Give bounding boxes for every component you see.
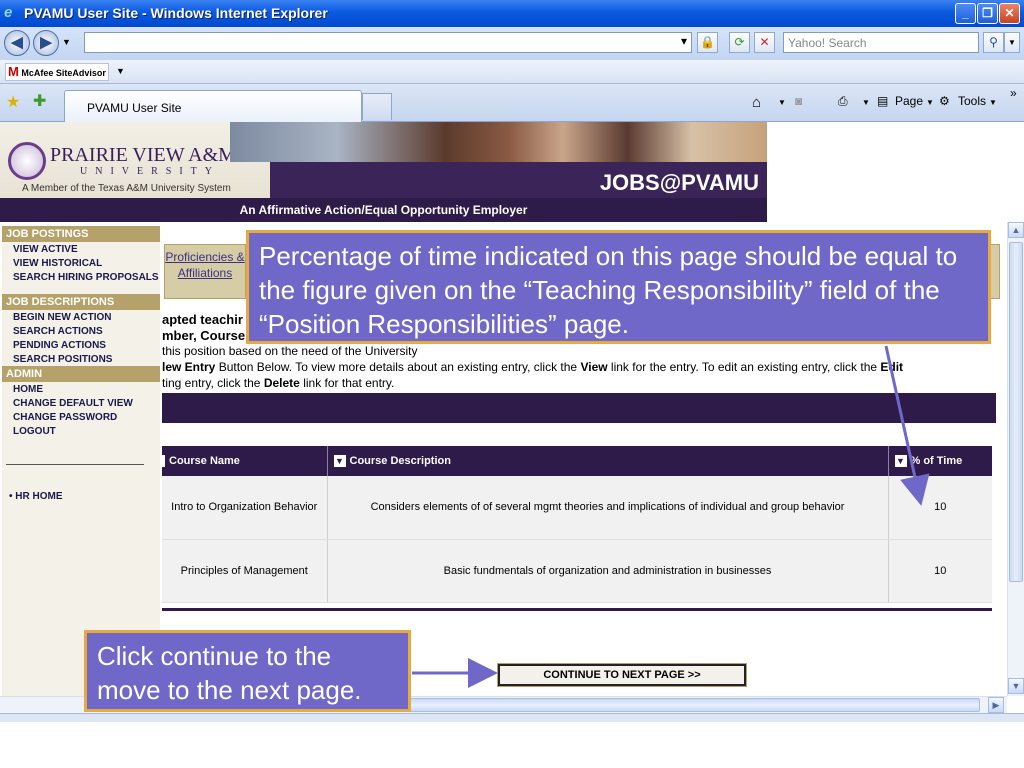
arrow-to-percent-time [884, 345, 930, 506]
callout-arrows [412, 345, 930, 688]
